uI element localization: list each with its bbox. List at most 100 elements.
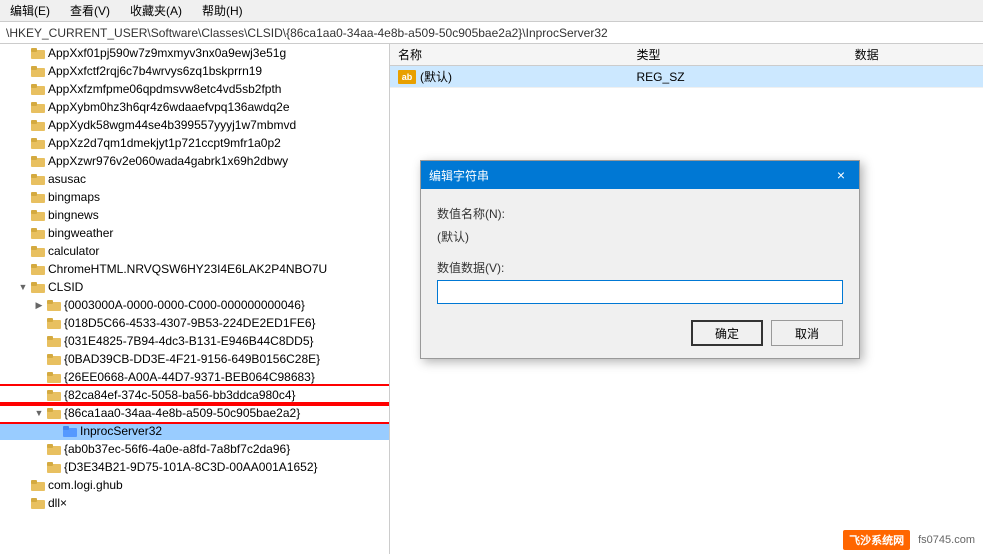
tree-item-dllx[interactable]: dll× (0, 494, 389, 512)
tree-label-asusac: asusac (48, 172, 389, 186)
tree-arrow-bingnews (16, 208, 30, 222)
tree-item-app6[interactable]: AppXz2d7qm1dmekjyt1p721ccpt9mfr1a0p2 (0, 134, 389, 152)
dialog-body: 数值名称(N): (默认) 数值数据(V): 确定 取消 (421, 189, 859, 358)
address-path: \HKEY_CURRENT_USER\Software\Classes\CLSI… (6, 26, 608, 40)
dialog-title: 编辑字符串 (429, 167, 489, 184)
menubar: 编辑(E) 查看(V) 收藏夹(A) 帮助(H) (0, 0, 983, 22)
tree-label-comlogi: com.logi.ghub (48, 478, 389, 492)
menu-favorites[interactable]: 收藏夹(A) (124, 1, 188, 20)
dialog-name-value: (默认) (437, 226, 843, 247)
table-row[interactable]: ab(默认)REG_SZ (390, 66, 983, 88)
tree-item-bingweather[interactable]: bingweather (0, 224, 389, 242)
tree-label-app5: AppXydk58wgm44se4b399557yyyj1w7mbmvd (48, 118, 389, 132)
tree-arrow-chrome (16, 262, 30, 276)
tree-item-app1[interactable]: AppXxf01pj590w7z9mxmyv3nx0a9ewj3e51g (0, 44, 389, 62)
tree-label-inproc: InprocServer32 (80, 424, 389, 438)
addressbar: \HKEY_CURRENT_USER\Software\Classes\CLSI… (0, 22, 983, 44)
tree-item-clsid2[interactable]: {018D5C66-4533-4307-9B53-224DE2ED1FE6} (0, 314, 389, 332)
tree-label-bingmaps: bingmaps (48, 190, 389, 204)
tree-item-clsid4[interactable]: {0BAD39CB-DD3E-4F21-9156-649B0156C28E} (0, 350, 389, 368)
tree-arrow-app3 (16, 82, 30, 96)
tree-item-clsid8[interactable]: {ab0b37ec-56f6-4a0e-a8fd-7a8bf7c2da96} (0, 440, 389, 458)
tree-arrow-app6 (16, 136, 30, 150)
tree-item-calculator[interactable]: calculator (0, 242, 389, 260)
tree-arrow-bingmaps (16, 190, 30, 204)
dialog-cancel-button[interactable]: 取消 (771, 320, 843, 346)
tree-arrow-app2 (16, 64, 30, 78)
tree-item-clsid5[interactable]: {26EE0668-A00A-44D7-9371-BEB064C98683} (0, 368, 389, 386)
tree-arrow-clsid7[interactable]: ▼ (32, 406, 46, 420)
folder-icon-calculator (30, 244, 46, 258)
folder-icon-clsid (30, 280, 46, 294)
tree-label-app4: AppXybm0hz3h6qr4z6wdaaefvpq136awdq2e (48, 100, 389, 114)
tree-arrow-clsid6 (32, 388, 46, 402)
tree-label-clsid1: {0003000A-0000-0000-C000-000000000046} (64, 298, 389, 312)
folder-icon-clsid2 (46, 316, 62, 330)
tree-arrow-asusac (16, 172, 30, 186)
tree-item-app5[interactable]: AppXydk58wgm44se4b399557yyyj1w7mbmvd (0, 116, 389, 134)
tree-label-bingweather: bingweather (48, 226, 389, 240)
tree-item-inproc[interactable]: InprocServer32 (0, 422, 389, 440)
tree-item-clsid6[interactable]: {82ca84ef-374c-5058-ba56-bb3ddca980c4} (0, 386, 389, 404)
tree-item-app3[interactable]: AppXxfzmfpme06qpdmsvw8etc4vd5sb2fpth (0, 80, 389, 98)
tree-item-clsid3[interactable]: {031E4825-7B94-4dc3-B131-E946B44C8DD5} (0, 332, 389, 350)
folder-icon-app3 (30, 82, 46, 96)
dialog-data-input[interactable] (437, 280, 843, 304)
col-type: 类型 (629, 44, 847, 66)
folder-icon-app1 (30, 46, 46, 60)
tree-label-app3: AppXxfzmfpme06qpdmsvw8etc4vd5sb2fpth (48, 82, 389, 96)
tree-arrow-clsid3 (32, 334, 46, 348)
folder-icon-bingnews (30, 208, 46, 222)
dialog-buttons: 确定 取消 (437, 316, 843, 346)
tree-label-clsid5: {26EE0668-A00A-44D7-9371-BEB064C98683} (64, 370, 389, 384)
folder-icon-asusac (30, 172, 46, 186)
tree-label-clsid: CLSID (48, 280, 389, 294)
tree-item-app7[interactable]: AppXzwr976v2e060wada4gabrk1x69h2dbwy (0, 152, 389, 170)
tree-label-clsid8: {ab0b37ec-56f6-4a0e-a8fd-7a8bf7c2da96} (64, 442, 389, 456)
tree-item-asusac[interactable]: asusac (0, 170, 389, 188)
tree-arrow-clsid1[interactable]: ▶ (32, 298, 46, 312)
tree-item-clsid9[interactable]: {D3E34B21-9D75-101A-8C3D-00AA001A1652} (0, 458, 389, 476)
tree-label-chrome: ChromeHTML.NRVQSW6HY23I4E6LAK2P4NBO7U (48, 262, 389, 276)
folder-icon-app7 (30, 154, 46, 168)
tree-label-clsid9: {D3E34B21-9D75-101A-8C3D-00AA001A1652} (64, 460, 389, 474)
edit-string-dialog: 编辑字符串 × 数值名称(N): (默认) 数值数据(V): 确定 取消 (420, 160, 860, 359)
tree-arrow-clsid[interactable]: ▼ (16, 280, 30, 294)
tree-item-bingmaps[interactable]: bingmaps (0, 188, 389, 206)
tree-label-app1: AppXxf01pj590w7z9mxmyv3nx0a9ewj3e51g (48, 46, 389, 60)
folder-icon-clsid1 (46, 298, 62, 312)
registry-table: 名称 类型 数据 ab(默认)REG_SZ (390, 44, 983, 88)
tree-arrow-clsid4 (32, 352, 46, 366)
folder-icon-comlogi (30, 478, 46, 492)
folder-icon-bingmaps (30, 190, 46, 204)
folder-icon-app4 (30, 100, 46, 114)
menu-edit[interactable]: 编辑(E) (4, 1, 56, 20)
folder-icon-clsid4 (46, 352, 62, 366)
menu-help[interactable]: 帮助(H) (196, 1, 249, 20)
menu-view[interactable]: 查看(V) (64, 1, 116, 20)
folder-icon-dllx (30, 496, 46, 510)
tree-arrow-dllx (16, 496, 30, 510)
tree-item-chrome[interactable]: ChromeHTML.NRVQSW6HY23I4E6LAK2P4NBO7U (0, 260, 389, 278)
folder-icon-app5 (30, 118, 46, 132)
tree-item-app2[interactable]: AppXxfctf2rqj6c7b4wrvys6zq1bskprrn19 (0, 62, 389, 80)
tree-item-app4[interactable]: AppXybm0hz3h6qr4z6wdaaefvpq136awdq2e (0, 98, 389, 116)
dialog-titlebar: 编辑字符串 × (421, 161, 859, 189)
tree-label-clsid7: {86ca1aa0-34aa-4e8b-a509-50c905bae2a2} (64, 406, 389, 420)
tree-arrow-bingweather (16, 226, 30, 240)
tree-item-clsid1[interactable]: ▶ {0003000A-0000-0000-C000-000000000046} (0, 296, 389, 314)
dialog-name-label: 数值名称(N): (437, 205, 843, 222)
tree-item-comlogi[interactable]: com.logi.ghub (0, 476, 389, 494)
tree-arrow-app1 (16, 46, 30, 60)
tree-item-clsid[interactable]: ▼ CLSID (0, 278, 389, 296)
tree-arrow-inproc (48, 424, 62, 438)
folder-icon-app2 (30, 64, 46, 78)
tree-label-clsid6: {82ca84ef-374c-5058-ba56-bb3ddca980c4} (64, 388, 389, 402)
folder-icon-clsid6 (46, 388, 62, 402)
tree-item-bingnews[interactable]: bingnews (0, 206, 389, 224)
tree-panel[interactable]: AppXxf01pj590w7z9mxmyv3nx0a9ewj3e51g App… (0, 44, 390, 554)
dialog-ok-button[interactable]: 确定 (691, 320, 763, 346)
tree-label-app7: AppXzwr976v2e060wada4gabrk1x69h2dbwy (48, 154, 389, 168)
dialog-close-button[interactable]: × (831, 165, 851, 185)
tree-item-clsid7[interactable]: ▼ {86ca1aa0-34aa-4e8b-a509-50c905bae2a2} (0, 404, 389, 422)
